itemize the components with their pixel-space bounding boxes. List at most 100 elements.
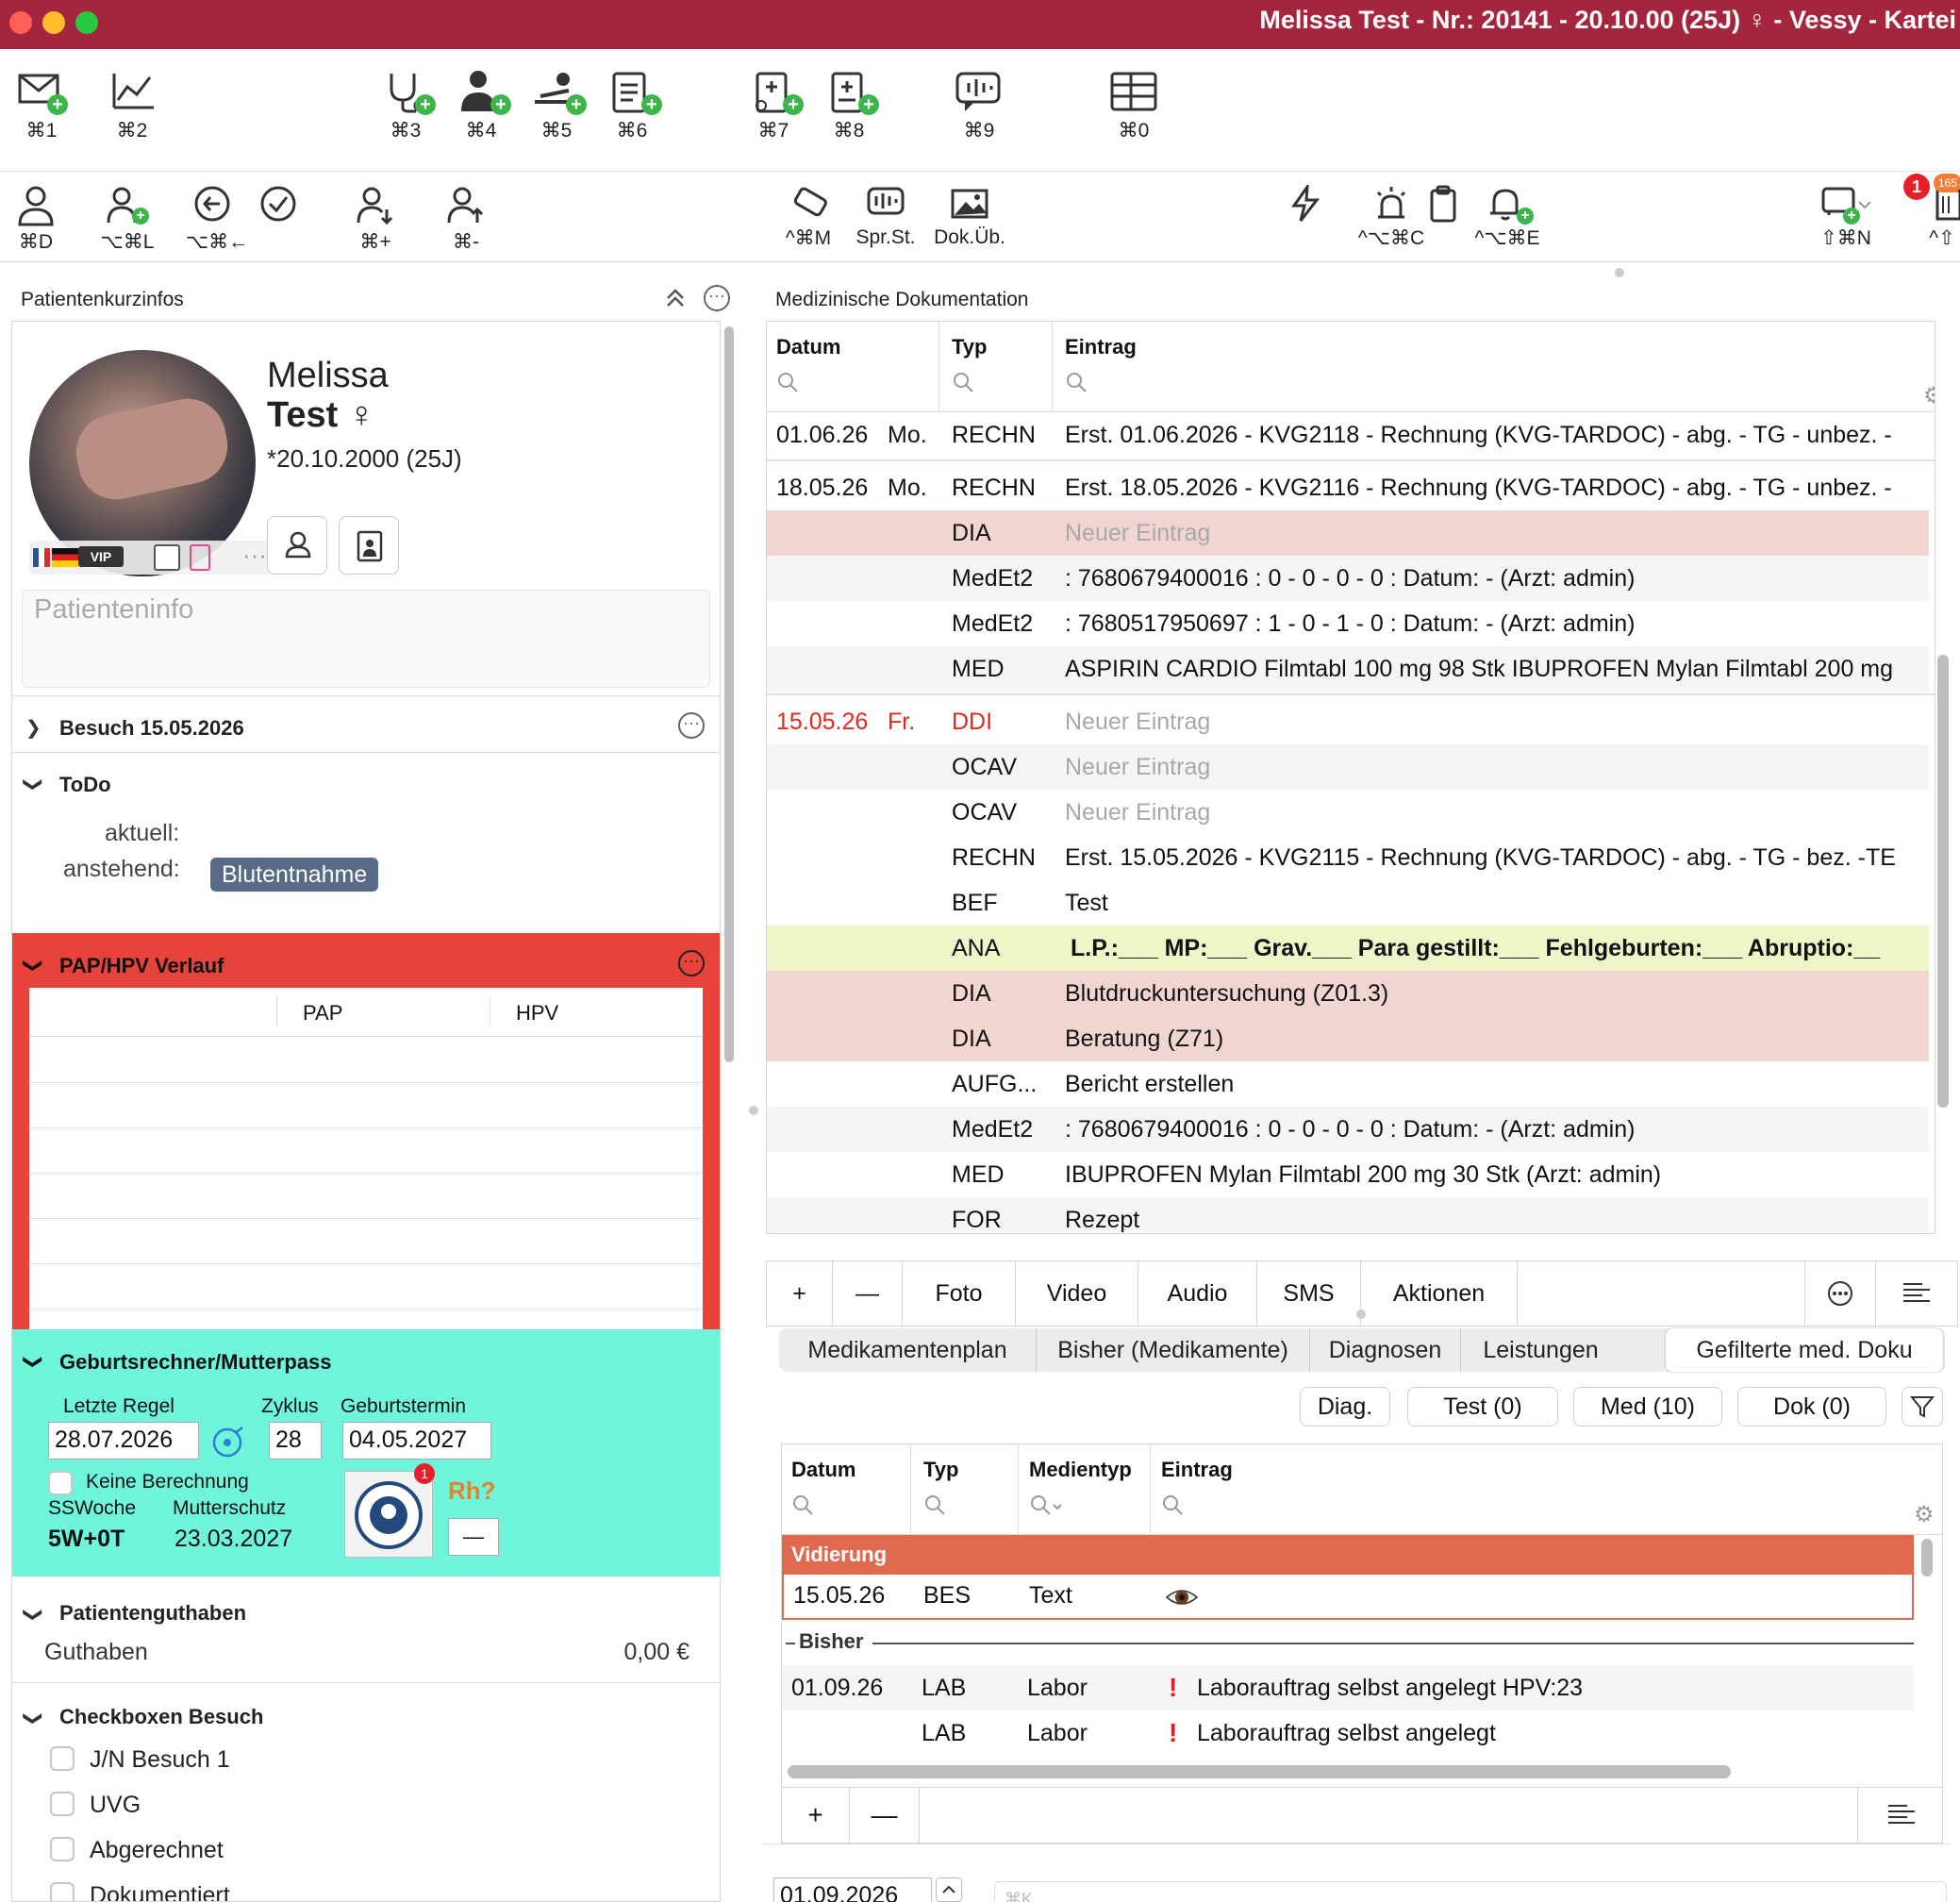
- media-row[interactable]: LAB Labor ! Laborauftrag selbst angelegt: [782, 1710, 1914, 1756]
- inbox-button[interactable]: ^⇧: [1924, 185, 1960, 250]
- mutterpass-button[interactable]: [344, 1471, 433, 1558]
- doc-row[interactable]: MedEt2: 7680679400016 : 0 - 0 - 0 - 0 : …: [767, 556, 1929, 601]
- filter-button[interactable]: [1902, 1387, 1943, 1426]
- video-button[interactable]: Video: [1016, 1261, 1138, 1326]
- pap-more-icon[interactable]: ···: [678, 950, 705, 976]
- medical-form-button[interactable]: + ⌘8: [821, 68, 879, 142]
- confirm-button[interactable]: [255, 185, 302, 223]
- patient-clipboard-button[interactable]: [339, 516, 399, 575]
- doc-row[interactable]: OCAV Neuer Eintrag: [767, 744, 1929, 790]
- pap-section-title[interactable]: PAP/HPV Verlauf: [59, 954, 224, 978]
- more-flags-icon[interactable]: ···: [242, 541, 267, 570]
- add-entry-button[interactable]: +: [767, 1261, 833, 1326]
- tab-medication-plan[interactable]: Medikamentenplan: [779, 1328, 1036, 1372]
- left-panel-more-icon[interactable]: ···: [704, 285, 730, 311]
- dictation-button[interactable]: ⌘9: [951, 68, 1007, 142]
- doc-row[interactable]: 01.06.26 Mo. RECHN Erst. 01.06.2026 - KVG21…: [767, 412, 1929, 458]
- bottom-date-input[interactable]: 01.09.2026: [773, 1877, 932, 1902]
- new-message-button[interactable]: + ⇧⌘N: [1813, 185, 1879, 250]
- person-down-button[interactable]: ⌘+: [349, 185, 402, 254]
- due-date-input[interactable]: 04.05.2027: [342, 1422, 491, 1460]
- filter-test-button[interactable]: Test (0): [1407, 1387, 1558, 1426]
- doc-row[interactable]: AUFG... Bericht erstellen: [767, 1061, 1929, 1107]
- tab-previous-medication[interactable]: Bisher (Medikamente): [1036, 1328, 1309, 1372]
- quick-action-button[interactable]: [1285, 185, 1326, 223]
- gear-icon[interactable]: ⚙: [1914, 1501, 1935, 1528]
- visit-section-title[interactable]: Besuch 15.05.2026: [59, 716, 244, 741]
- entry-column-header[interactable]: Eintrag: [1065, 335, 1137, 359]
- search-icon[interactable]: [923, 1493, 948, 1518]
- doc-row[interactable]: MedEt2: 7680679400016 : 0 - 0 - 0 - 0 : …: [767, 1107, 1929, 1152]
- remove-media-button[interactable]: —: [850, 1788, 920, 1843]
- doc-row[interactable]: OCAV Neuer Eintrag: [767, 790, 1929, 835]
- patient-list-button[interactable]: + ⌥⌘L: [94, 185, 160, 254]
- patient-button[interactable]: ⌘D: [9, 185, 62, 254]
- calculate-icon[interactable]: [210, 1424, 246, 1460]
- checkbox-section-title[interactable]: Checkboxen Besuch: [59, 1705, 263, 1729]
- rhesus-minus-button[interactable]: —: [448, 1518, 499, 1556]
- left-panel-scrollbar[interactable]: [724, 326, 734, 1062]
- vertical-scrollbar[interactable]: [1937, 655, 1949, 1108]
- filter-diag-button[interactable]: Diag.: [1300, 1387, 1390, 1426]
- doc-row[interactable]: MED ASPIRIN CARDIO Filmtabl 100 mg 98 Stk…: [767, 646, 1929, 692]
- media-align-button[interactable]: [1857, 1788, 1944, 1843]
- medical-report-button[interactable]: + ⌘7: [745, 68, 804, 142]
- doc-row[interactable]: ANA L.P.:___ MP:___ Grav.___ Para gestill…: [767, 926, 1929, 971]
- doc-row[interactable]: MedEt2: 7680517950697 : 1 - 0 - 1 - 0 : …: [767, 601, 1929, 646]
- clipboard-button[interactable]: [1422, 185, 1464, 223]
- new-mail-button[interactable]: + ⌘1: [13, 68, 70, 142]
- clipboard-new-button[interactable]: + ⌘6: [604, 68, 662, 142]
- vidierung-row[interactable]: 15.05.26 BES Text: [782, 1575, 1914, 1620]
- gear-icon[interactable]: ⚙: [1923, 382, 1935, 409]
- chevron-down-icon[interactable]: ❯: [22, 958, 45, 974]
- reminder-button[interactable]: + ^⌥⌘E: [1462, 185, 1553, 250]
- doc-row[interactable]: FOR Rezept: [767, 1197, 1929, 1233]
- splitter-handle[interactable]: [1356, 1310, 1366, 1319]
- patient-details-button[interactable]: [267, 516, 327, 575]
- todo-section-title[interactable]: ToDo: [59, 773, 111, 797]
- date-stepper-up[interactable]: [936, 1877, 962, 1902]
- media-mediatype-header[interactable]: Medientyp: [1029, 1458, 1132, 1482]
- chevron-down-icon[interactable]: ❯: [22, 1710, 45, 1727]
- sms-button[interactable]: SMS: [1257, 1261, 1361, 1326]
- doctor-button[interactable]: + ⌘4: [453, 68, 511, 142]
- document-overview-button[interactable]: Dok.Üb.: [930, 185, 1009, 249]
- table-view-button[interactable]: ⌘0: [1105, 68, 1162, 142]
- media-vertical-scrollbar[interactable]: [1921, 1539, 1933, 1577]
- tab-services[interactable]: Leistungen: [1460, 1328, 1620, 1372]
- doc-row[interactable]: RECHN Erst. 15.05.2026 - KVG2115 - Rechnu…: [767, 835, 1929, 880]
- check-uvg-checkbox[interactable]: [50, 1792, 75, 1816]
- todo-tag-blutentnahme[interactable]: Blutentnahme: [210, 858, 379, 892]
- chart-button[interactable]: ⌘2: [104, 68, 160, 142]
- eye-icon[interactable]: [1165, 1580, 1199, 1614]
- doc-row[interactable]: MED IBUPROFEN Mylan Filmtabl 200 mg 30 St…: [767, 1152, 1929, 1197]
- back-button[interactable]: [189, 185, 236, 223]
- last-period-input[interactable]: 28.07.2026: [48, 1422, 199, 1460]
- align-button[interactable]: [1876, 1261, 1957, 1326]
- search-dropdown-icon[interactable]: [1029, 1493, 1067, 1518]
- search-icon[interactable]: [791, 1493, 816, 1518]
- media-type-header[interactable]: Typ: [923, 1458, 958, 1482]
- visit-more-icon[interactable]: ···: [678, 712, 705, 739]
- actions-button[interactable]: Aktionen: [1361, 1261, 1518, 1326]
- zoom-window-button[interactable]: [75, 11, 98, 34]
- chevron-down-icon[interactable]: ❯: [22, 1607, 45, 1623]
- media-date-header[interactable]: Datum: [791, 1458, 855, 1482]
- media-horizontal-scrollbar[interactable]: [788, 1765, 1731, 1778]
- search-icon[interactable]: [1161, 1493, 1186, 1518]
- cycle-input[interactable]: 28: [269, 1422, 322, 1460]
- remove-entry-button[interactable]: —: [833, 1261, 903, 1326]
- search-icon[interactable]: [776, 371, 801, 395]
- doc-row[interactable]: 18.05.26 Mo. RECHN Erst. 18.05.2026 - KVG21…: [767, 465, 1929, 510]
- consultation-button[interactable]: + ⌘3: [377, 68, 436, 142]
- filter-dok-button[interactable]: Dok (0): [1737, 1387, 1886, 1426]
- check-jn-besuch-checkbox[interactable]: [50, 1746, 75, 1771]
- search-icon[interactable]: [1065, 371, 1089, 395]
- birth-section-title[interactable]: Geburtsrechner/Mutterpass: [59, 1350, 332, 1375]
- doc-row[interactable]: DIA Neuer Eintrag: [767, 510, 1929, 556]
- tab-filtered-documentation[interactable]: Gefilterte med. Doku: [1666, 1328, 1943, 1372]
- add-media-button[interactable]: +: [782, 1788, 850, 1843]
- close-window-button[interactable]: [9, 11, 32, 34]
- eraser-button[interactable]: ^⌘M: [775, 185, 841, 250]
- hpv-column-header[interactable]: HPV: [516, 1001, 558, 1026]
